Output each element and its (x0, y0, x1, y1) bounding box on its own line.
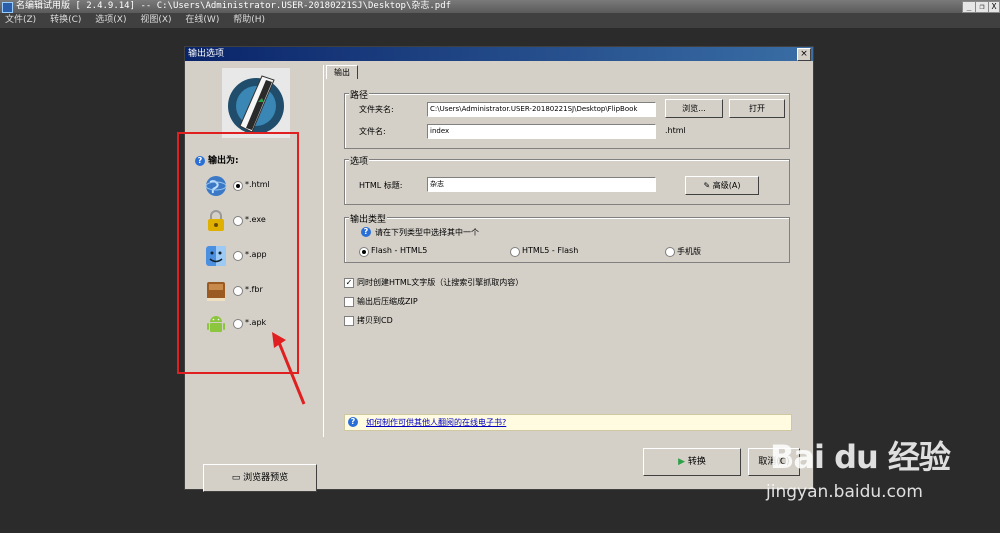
menu-bar: 文件(Z) 转换(C) 选项(X) 视图(X) 在线(W) 帮助(H) (0, 13, 1000, 28)
radio-mobile[interactable] (665, 247, 675, 257)
html-title-input[interactable]: 杂志 (427, 177, 656, 192)
advanced-button[interactable]: ✎ 高级(A) (685, 176, 759, 195)
menu-file[interactable]: 文件(Z) (5, 15, 36, 25)
tip-bar: ? 如何制作可供其他人翻阅的在线电子书? (344, 414, 792, 431)
advanced-icon: ✎ (703, 181, 713, 190)
path-group: 路径 文件夹名: C:\Users\Administrator.USER-201… (344, 88, 790, 149)
extension-label: .html (665, 126, 686, 135)
menu-help[interactable]: 帮助(H) (233, 15, 265, 25)
html-title-label: HTML 标题: (359, 181, 403, 190)
app-icon (2, 2, 13, 13)
android-icon (207, 316, 225, 332)
folder-input[interactable]: C:\Users\Administrator.USER-20180221SJ\D… (427, 102, 656, 117)
radio-html[interactable] (233, 181, 243, 191)
hint-icon: ? (361, 227, 371, 237)
watermark-brand: Bai du 经验 (770, 438, 951, 476)
close-button[interactable]: X (988, 1, 1000, 13)
options-group: 选项 HTML 标题: 杂志 ✎ 高级(A) (344, 154, 790, 205)
annotation-arrow-icon (272, 332, 306, 405)
output-settings-pane: 输出 路径 文件夹名: C:\Users\Administrator.USER-… (323, 65, 804, 437)
convert-button[interactable]: ▶ 转换 (643, 448, 741, 476)
output-type-hint: 请在下列类型中选择其中一个 (375, 228, 479, 237)
folder-label: 文件夹名: (359, 105, 394, 114)
output-options-dialog: 输出选项 × ? 输出为: *.html *.exe *.app *.fbr *… (177, 46, 814, 492)
output-type-group: 输出类型 ? 请在下列类型中选择其中一个 Flash - HTML5 HTML5… (344, 212, 790, 263)
filename-input[interactable]: index (427, 124, 656, 139)
dialog-title: 输出选项 (188, 49, 225, 59)
watermark-site: jingyan.baidu.com (766, 482, 923, 502)
flipbook-logo (222, 68, 290, 138)
help-icon: ? (195, 156, 205, 166)
open-button[interactable]: 打开 (729, 99, 785, 118)
browse-button[interactable]: 浏览... (665, 99, 723, 118)
globe-icon (205, 176, 227, 196)
radio-apk[interactable] (233, 319, 243, 329)
dialog-close-button[interactable]: × (797, 48, 811, 61)
app-title: 名编辑试用版 [ 2.4.9.14] -- C:\Users\Administr… (16, 1, 452, 11)
checkbox-cd[interactable] (344, 316, 354, 326)
radio-flash-html5[interactable] (359, 247, 369, 257)
tip-help-icon: ? (348, 417, 358, 427)
restore-button[interactable]: ❐ (975, 1, 989, 13)
output-as-label: ? 输出为: (195, 153, 239, 166)
output-format-pane: ? 输出为: *.html *.exe *.app *.fbr *.apk ▭ … (177, 65, 317, 492)
app-title-bar: 名编辑试用版 [ 2.4.9.14] -- C:\Users\Administr… (0, 0, 1000, 13)
baidu-watermark: Bai du 经验 jingyan.baidu.com (760, 420, 1000, 530)
menu-options[interactable]: 选项(X) (95, 15, 126, 25)
book-icon (207, 282, 225, 301)
radio-exe[interactable] (233, 216, 243, 226)
tab-output[interactable]: 输出 (326, 65, 358, 79)
play-icon: ▶ (678, 457, 688, 467)
radio-app[interactable] (233, 251, 243, 261)
checkbox-html-text-label: 同时创建HTML文字版（让搜索引擎抓取内容） (357, 278, 524, 287)
browser-preview-button[interactable]: ▭ 浏览器预览 (203, 464, 317, 492)
lock-icon (208, 210, 224, 231)
menu-convert[interactable]: 转换(C) (50, 15, 81, 25)
radio-html5-flash[interactable] (510, 247, 520, 257)
minimize-button[interactable]: _ (962, 1, 976, 13)
filename-label: 文件名: (359, 127, 386, 136)
checkbox-html-text[interactable]: ✓ (344, 278, 354, 288)
menu-view[interactable]: 视图(X) (140, 15, 171, 25)
checkbox-cd-label: 拷贝到CD (357, 316, 393, 325)
menu-online[interactable]: 在线(W) (185, 15, 219, 25)
dialog-title-bar: 输出选项 × (185, 47, 813, 61)
checkbox-zip-label: 输出后压缩成ZIP (357, 297, 418, 306)
checkbox-zip[interactable] (344, 297, 354, 307)
monitor-icon: ▭ (231, 473, 244, 483)
radio-fbr[interactable] (233, 286, 243, 296)
tip-link[interactable]: 如何制作可供其他人翻阅的在线电子书? (366, 417, 506, 428)
mac-finder-icon (206, 246, 226, 266)
